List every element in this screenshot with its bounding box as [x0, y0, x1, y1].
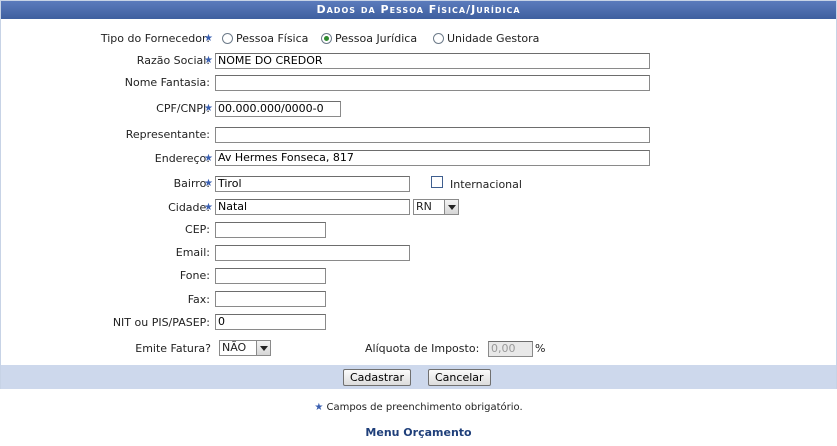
- nit-label: NIT ou PIS/PASEP:: [112, 316, 210, 329]
- cadastrar-button[interactable]: Cadastrar: [343, 369, 411, 386]
- endereco-input[interactable]: Av Hermes Fonseca, 817: [215, 150, 650, 166]
- fax-input[interactable]: [215, 291, 326, 307]
- required-star-icon: ★: [204, 153, 213, 164]
- cidade-row: Cidade: ★ Natal RN: [1, 198, 836, 218]
- fatura-selected-value: NÃO: [222, 341, 247, 354]
- email-label: Email:: [175, 246, 210, 259]
- radio-label-pessoa-fisica[interactable]: Pessoa Física: [236, 29, 308, 49]
- chevron-down-icon[interactable]: [444, 200, 458, 214]
- tipo-label: Tipo do Fornecedor:: [100, 32, 210, 45]
- emite-fatura-select[interactable]: NÃO: [219, 340, 271, 356]
- internacional-checkbox[interactable]: [431, 176, 443, 188]
- radio-pessoa-fisica[interactable]: [222, 33, 233, 44]
- fone-label: Fone:: [179, 269, 210, 282]
- email-input[interactable]: [215, 245, 410, 261]
- cidade-input[interactable]: Natal: [215, 199, 410, 215]
- radio-label-unidade-gestora[interactable]: Unidade Gestora: [447, 29, 539, 49]
- cpf-label: CPF/CNPJ:: [156, 102, 210, 115]
- fax-label: Fax:: [187, 293, 210, 306]
- fatura-row: Emite Fatura? NÃO Alíquota de Imposto: 0…: [1, 339, 836, 359]
- required-star-icon: ★: [204, 178, 213, 189]
- required-note: ★ Campos de preenchimento obrigatório.: [0, 401, 837, 415]
- required-star-icon: ★: [204, 55, 213, 66]
- fone-row: Fone:: [1, 266, 836, 286]
- endereco-row: Endereço: ★ Av Hermes Fonseca, 817: [1, 149, 836, 169]
- razao-social-input[interactable]: NOME DO CREDOR: [215, 53, 650, 69]
- razao-label: Razão Social:: [136, 54, 210, 67]
- required-star-icon: ★: [204, 202, 213, 213]
- cep-input[interactable]: [215, 222, 326, 238]
- radio-label-pessoa-juridica[interactable]: Pessoa Jurídica: [335, 29, 417, 49]
- uf-select[interactable]: RN: [413, 199, 459, 215]
- menu-orcamento-link[interactable]: Menu Orçamento: [0, 426, 837, 440]
- representante-label: Representante:: [125, 128, 210, 141]
- bairro-input[interactable]: Tirol: [215, 176, 410, 192]
- cancelar-button[interactable]: Cancelar: [428, 369, 491, 386]
- nome-fantasia-input[interactable]: [215, 75, 650, 91]
- panel-title: Dados da Pessoa Física/Jurídica: [1, 1, 836, 19]
- form-panel: Dados da Pessoa Física/Jurídica Tipo do …: [0, 0, 837, 389]
- radio-unidade-gestora[interactable]: [433, 33, 444, 44]
- fantasia-row: Nome Fantasia:: [1, 73, 836, 93]
- internacional-label: Internacional: [450, 178, 522, 191]
- required-star-icon: ★: [204, 103, 213, 114]
- uf-selected-value: RN: [416, 200, 432, 213]
- representante-row: Representante:: [1, 125, 836, 145]
- button-bar: Cadastrar Cancelar: [1, 365, 836, 389]
- fone-input[interactable]: [215, 268, 326, 284]
- bairro-row: Bairro: ★ Tirol Internacional: [1, 174, 836, 194]
- razao-row: Razão Social: ★ NOME DO CREDOR: [1, 51, 836, 71]
- chevron-down-icon[interactable]: [256, 341, 270, 355]
- fax-row: Fax:: [1, 290, 836, 310]
- required-star-icon: ★: [314, 402, 324, 413]
- cpf-row: CPF/CNPJ: ★ 00.000.000/0000-0: [1, 99, 836, 119]
- aliquota-label: Alíquota de Imposto:: [365, 342, 480, 355]
- cep-label: CEP:: [185, 223, 210, 236]
- cpf-cnpj-input[interactable]: 00.000.000/0000-0: [215, 101, 341, 117]
- nit-pis-pasep-input[interactable]: 0: [215, 314, 326, 330]
- fatura-label: Emite Fatura?: [135, 342, 211, 355]
- email-row: Email:: [1, 243, 836, 263]
- cep-row: CEP:: [1, 220, 836, 240]
- required-star-icon: ★: [204, 33, 213, 44]
- nit-row: NIT ou PIS/PASEP: 0: [1, 313, 836, 333]
- percent-unit: %: [535, 342, 546, 355]
- aliquota-input: 0,00: [488, 341, 533, 357]
- tipo-row: Tipo do Fornecedor: ★ Pessoa Física Pess…: [1, 29, 836, 49]
- radio-pessoa-juridica[interactable]: [321, 33, 332, 44]
- fantasia-label: Nome Fantasia:: [124, 76, 210, 89]
- endereco-label: Endereço:: [154, 152, 210, 165]
- representante-input[interactable]: [215, 127, 650, 143]
- required-note-text: Campos de preenchimento obrigatório.: [326, 402, 523, 413]
